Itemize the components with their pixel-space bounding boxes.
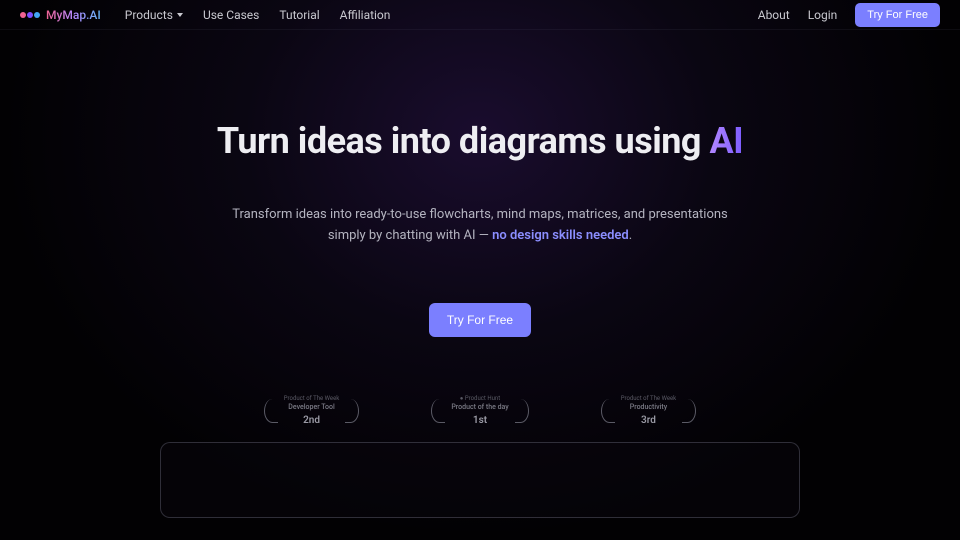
nav-use-cases[interactable]: Use Cases: [203, 8, 259, 22]
nav-tutorial[interactable]: Tutorial: [279, 8, 319, 22]
hero-title: Turn ideas into diagrams using AI: [217, 120, 743, 162]
award-badge: ● Product Hunt Product of the day 1st: [431, 395, 528, 427]
award-line2: Product of the day: [451, 403, 508, 412]
award-rank: 2nd: [303, 414, 320, 427]
award-line2: Productivity: [630, 403, 667, 412]
award-rank: 3rd: [641, 414, 656, 427]
brand-name: MyMap.AI: [46, 8, 101, 22]
prompt-input-box[interactable]: [160, 442, 800, 518]
logo-icon: [20, 12, 40, 18]
laurel-right-icon: [515, 399, 529, 423]
about-link[interactable]: About: [758, 8, 790, 22]
nav-affiliation-label: Affiliation: [340, 8, 391, 22]
nav-products-label: Products: [125, 8, 173, 22]
laurel-left-icon: [431, 399, 445, 423]
hero: Turn ideas into diagrams using AI Transf…: [0, 30, 960, 427]
header-cta-button[interactable]: Try For Free: [855, 3, 940, 27]
award-text: Product of The Week Productivity 3rd: [621, 395, 677, 427]
login-link[interactable]: Login: [808, 8, 838, 22]
award-badge: Product of The Week Productivity 3rd: [601, 395, 697, 427]
header-right: About Login Try For Free: [758, 3, 940, 27]
awards: Product of The Week Developer Tool 2nd ●…: [264, 395, 696, 427]
hero-cta-button[interactable]: Try For Free: [429, 303, 531, 337]
nav-use-cases-label: Use Cases: [203, 8, 259, 22]
award-line1: Product of The Week: [621, 395, 677, 403]
header: MyMap.AI Products Use Cases Tutorial Aff…: [0, 0, 960, 30]
nav-tutorial-label: Tutorial: [279, 8, 319, 22]
award-badge: Product of The Week Developer Tool 2nd: [264, 395, 360, 427]
hero-subtitle-b: .: [629, 228, 632, 243]
laurel-right-icon: [345, 399, 359, 423]
award-text: Product of The Week Developer Tool 2nd: [284, 395, 340, 427]
laurel-right-icon: [682, 399, 696, 423]
hero-subtitle-emphasis: no design skills needed: [492, 228, 629, 243]
award-rank: 1st: [473, 414, 487, 427]
chevron-down-icon: [177, 13, 183, 17]
hero-title-ai: AI: [709, 120, 743, 162]
laurel-left-icon: [264, 399, 278, 423]
award-line1: ● Product Hunt: [460, 395, 500, 403]
nav-affiliation[interactable]: Affiliation: [340, 8, 391, 22]
laurel-left-icon: [601, 399, 615, 423]
hero-subtitle: Transform ideas into ready-to-use flowch…: [230, 204, 730, 247]
award-line2: Developer Tool: [288, 403, 334, 412]
logo[interactable]: MyMap.AI: [20, 8, 101, 22]
hero-title-prefix: Turn ideas into diagrams using: [217, 120, 710, 162]
nav-products[interactable]: Products: [125, 8, 183, 22]
award-text: ● Product Hunt Product of the day 1st: [451, 395, 508, 427]
nav-menu: Products Use Cases Tutorial Affiliation: [125, 8, 391, 22]
award-line1: Product of The Week: [284, 395, 340, 403]
hero-subtitle-a: Transform ideas into ready-to-use flowch…: [232, 207, 728, 243]
header-left: MyMap.AI Products Use Cases Tutorial Aff…: [20, 8, 390, 22]
